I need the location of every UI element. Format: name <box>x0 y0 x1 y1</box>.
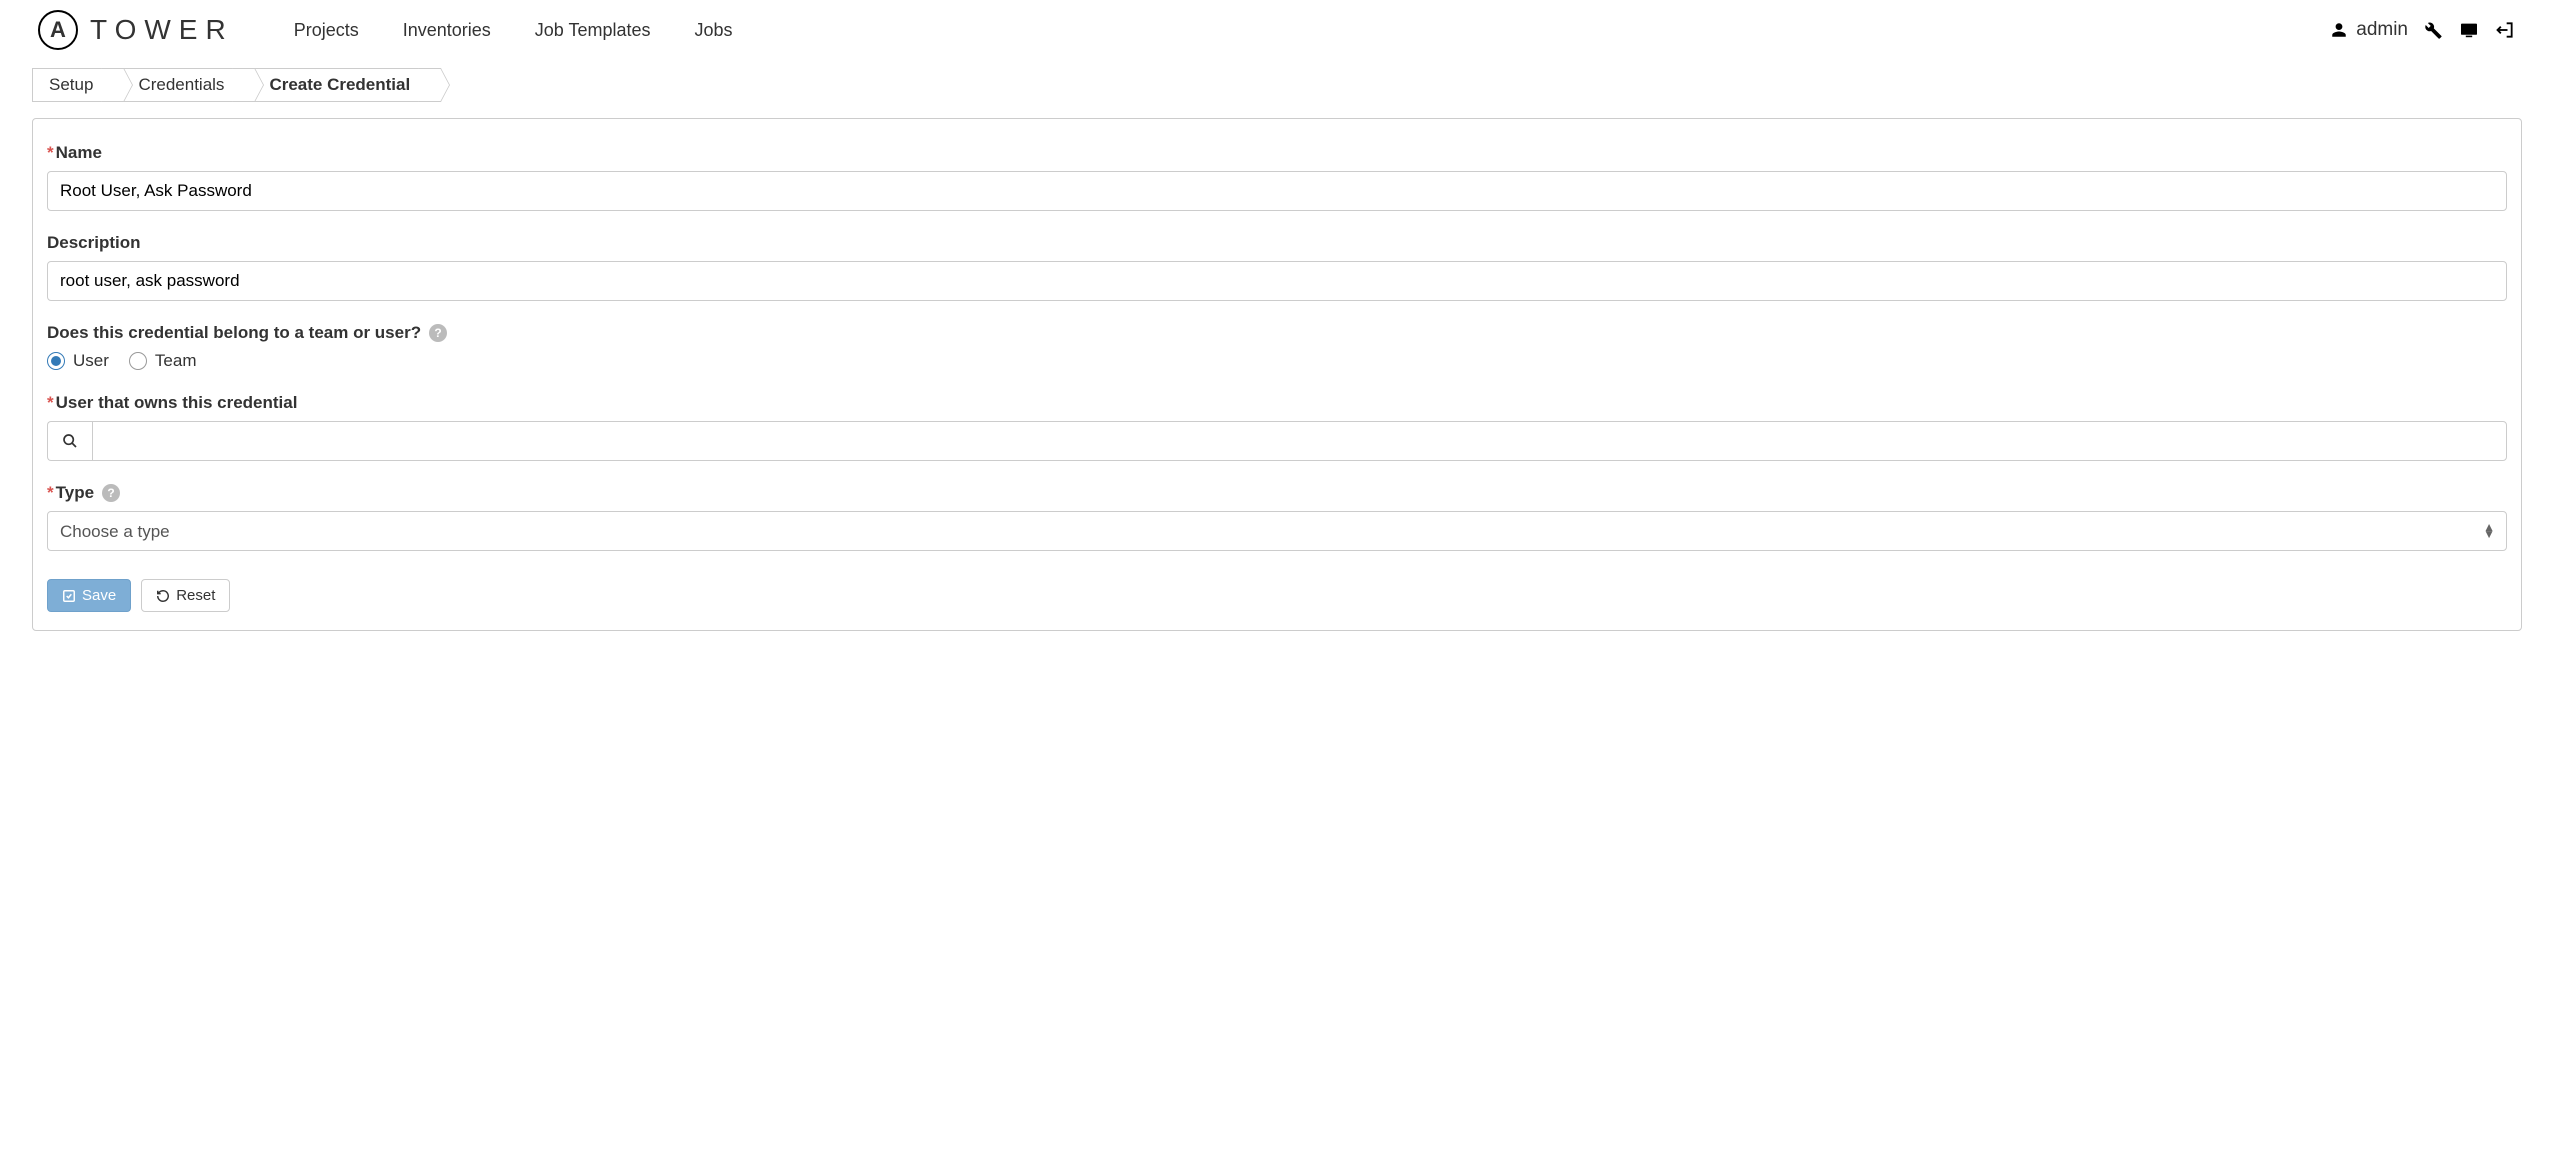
breadcrumb-credentials[interactable]: Credentials <box>113 68 245 102</box>
logout-icon[interactable] <box>2494 19 2516 41</box>
owner-user-radio[interactable] <box>47 352 65 370</box>
nav-job-templates[interactable]: Job Templates <box>535 20 651 41</box>
owner-radio-group: User Team <box>47 351 2507 371</box>
logo-text: TOWER <box>90 14 234 46</box>
breadcrumb-setup[interactable]: Setup <box>32 68 114 102</box>
user-owner-label: *User that owns this credential <box>47 393 2507 413</box>
save-button[interactable]: Save <box>47 579 131 612</box>
check-icon <box>62 589 76 603</box>
type-select-wrap: Choose a type ▲▼ <box>47 511 2507 551</box>
header-right: admin <box>2328 19 2516 41</box>
help-icon[interactable]: ? <box>429 324 447 342</box>
type-label: *Type ? <box>47 483 2507 503</box>
breadcrumb-create-credential[interactable]: Create Credential <box>244 68 431 102</box>
description-input[interactable] <box>47 261 2507 301</box>
reset-button[interactable]: Reset <box>141 579 230 612</box>
current-user[interactable]: admin <box>2328 19 2408 41</box>
search-icon <box>62 433 78 449</box>
owner-team-label: Team <box>155 351 197 371</box>
name-label: *Name <box>47 143 2507 163</box>
help-icon[interactable]: ? <box>102 484 120 502</box>
nav-projects[interactable]: Projects <box>294 20 359 41</box>
main-header: A TOWER Projects Inventories Job Templat… <box>0 0 2554 60</box>
owner-team-radio[interactable] <box>129 352 147 370</box>
owner-team-option[interactable]: Team <box>129 351 197 371</box>
header-left: A TOWER Projects Inventories Job Templat… <box>38 10 733 50</box>
owner-group: Does this credential belong to a team or… <box>47 323 2507 371</box>
name-input[interactable] <box>47 171 2507 211</box>
user-name: admin <box>2356 19 2408 41</box>
user-input-group <box>47 421 2507 461</box>
name-group: *Name <box>47 143 2507 211</box>
portal-icon[interactable] <box>2458 19 2480 41</box>
owner-user-option[interactable]: User <box>47 351 109 371</box>
nav-inventories[interactable]: Inventories <box>403 20 491 41</box>
type-group: *Type ? Choose a type ▲▼ <box>47 483 2507 551</box>
user-owner-group: *User that owns this credential <box>47 393 2507 461</box>
setup-icon[interactable] <box>2422 19 2444 41</box>
form-panel: *Name Description Does this credential b… <box>32 118 2522 631</box>
main-nav: Projects Inventories Job Templates Jobs <box>294 20 733 41</box>
undo-icon <box>156 589 170 603</box>
user-search-button[interactable] <box>47 421 92 461</box>
owner-user-label: User <box>73 351 109 371</box>
owner-label: Does this credential belong to a team or… <box>47 323 2507 343</box>
nav-jobs[interactable]: Jobs <box>695 20 733 41</box>
breadcrumb: Setup Credentials Create Credential <box>32 68 2554 102</box>
user-icon <box>2328 19 2350 41</box>
type-select[interactable]: Choose a type <box>47 511 2507 551</box>
description-label: Description <box>47 233 2507 253</box>
form-buttons: Save Reset <box>47 579 2507 612</box>
user-owner-input[interactable] <box>92 421 2507 461</box>
logo[interactable]: A TOWER <box>38 10 234 50</box>
logo-icon: A <box>38 10 78 50</box>
description-group: Description <box>47 233 2507 301</box>
